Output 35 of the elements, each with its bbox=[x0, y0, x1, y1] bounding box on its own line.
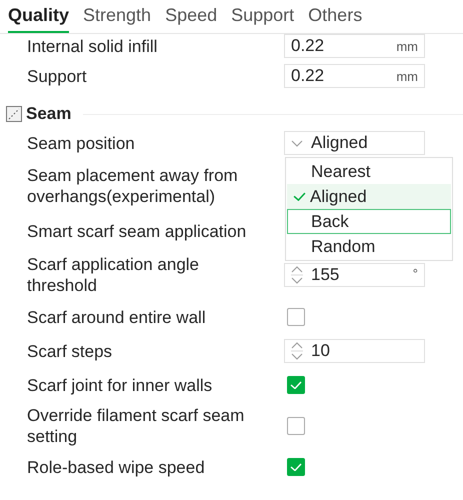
section-title: Seam bbox=[26, 104, 72, 124]
checkmark-icon bbox=[290, 380, 302, 390]
setting-label: Scarf application angle threshold bbox=[27, 254, 200, 296]
setting-label: Seam placement away from overhangs(experimental) bbox=[27, 165, 239, 207]
tab[interactable]: Quality bbox=[8, 5, 70, 33]
checkbox[interactable] bbox=[287, 376, 305, 394]
checkbox[interactable] bbox=[287, 458, 305, 476]
dropdown-option[interactable]: Back bbox=[287, 209, 451, 234]
tab[interactable]: Support bbox=[231, 5, 294, 33]
checkbox[interactable] bbox=[287, 308, 305, 326]
spin-field[interactable]: 155 ° bbox=[284, 263, 425, 287]
setting-label: Support bbox=[27, 66, 88, 86]
setting-label: Seam position bbox=[27, 132, 136, 154]
setting-label: Internal solid infill bbox=[27, 36, 158, 56]
checkbox[interactable] bbox=[287, 417, 305, 435]
spin-arrows-icon[interactable] bbox=[291, 342, 303, 360]
chevron-down-icon bbox=[291, 140, 303, 146]
tab[interactable]: Speed bbox=[165, 5, 218, 33]
tab[interactable]: Strength bbox=[83, 5, 152, 33]
setting-label: Scarf around entire wall bbox=[27, 306, 207, 328]
setting-label: Scarf joint for inner walls bbox=[27, 374, 214, 396]
setting-label: Scarf steps bbox=[27, 340, 114, 362]
tab[interactable]: Others bbox=[308, 5, 362, 33]
checkmark-icon bbox=[293, 192, 306, 202]
seam-icon bbox=[6, 106, 22, 122]
checkmark-icon bbox=[290, 462, 302, 472]
dropdown-option[interactable]: Aligned bbox=[287, 184, 451, 209]
number-field[interactable]: 0.22 mm bbox=[284, 34, 425, 58]
spin-field[interactable]: 10 bbox=[284, 339, 425, 363]
setting-label: Smart scarf seam application bbox=[27, 220, 248, 242]
dropdown-select[interactable]: Aligned bbox=[284, 131, 425, 155]
setting-label: Override filament scarf seam setting bbox=[27, 405, 246, 447]
spin-arrows-icon[interactable] bbox=[291, 266, 303, 284]
number-field[interactable]: 0.22 mm bbox=[284, 64, 425, 88]
setting-label: Role-based wipe speed bbox=[27, 456, 206, 478]
